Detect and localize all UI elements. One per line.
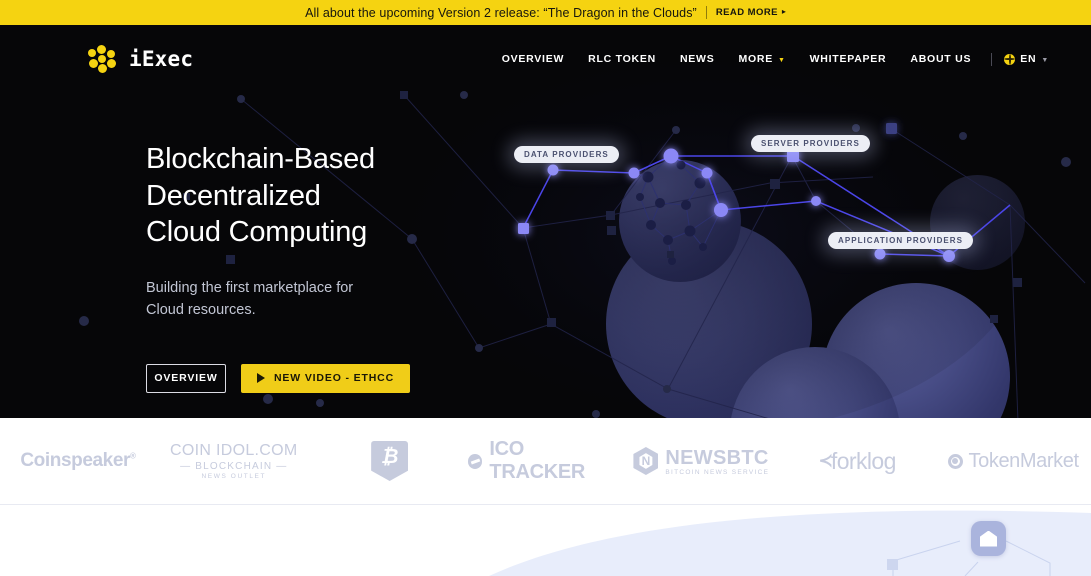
language-code: EN	[1020, 53, 1037, 65]
partner-name-coinidol: COIN IDOL.COM	[170, 441, 298, 459]
iexec-logo-icon	[88, 45, 120, 73]
nav-item-rlc-token[interactable]: RLC TOKEN	[576, 53, 668, 65]
new-video-button[interactable]: NEW VIDEO - ETHCC	[241, 363, 411, 393]
page-root: All about the upcoming Version 2 release…	[0, 0, 1091, 576]
nav-item-overview[interactable]: OVERVIEW	[490, 53, 576, 65]
partner-name-coinspeaker: Coinspeaker	[20, 450, 130, 471]
partner-logo-bitcoin[interactable]: ₿	[312, 441, 468, 481]
partner-tagline-newsbtc: BITCOIN NEWS SERVICE	[665, 468, 770, 476]
bitcoin-shield-icon: ₿	[371, 441, 409, 481]
nav-item-more-label: MORE	[738, 53, 773, 65]
partner-name-forklog: forklog	[830, 447, 896, 474]
partner-logo-forklog[interactable]: ≺ forklog	[779, 448, 935, 475]
hero-button-row: OVERVIEW NEW VIDEO - ETHCC	[146, 363, 411, 393]
hero-headline-line1: Blockchain-Based	[146, 143, 375, 175]
partner-logo-newsbtc[interactable]: NEWSBTC BITCOIN NEWS SERVICE	[623, 447, 779, 476]
partner-name-tokenmarket: TokenMarket	[968, 449, 1079, 472]
brand-name: iExec	[129, 47, 194, 71]
partner-logo-tokenmarket[interactable]: TokenMarket	[935, 450, 1091, 473]
nav-items: OVERVIEW RLC TOKEN NEWS MORE ▼ WHITEPAPE…	[490, 52, 1061, 66]
newsbtc-hex-icon	[633, 447, 659, 475]
forklog-arrow-icon: ≺	[818, 451, 833, 470]
language-selector[interactable]: EN ▼	[1000, 53, 1061, 65]
next-section-background	[489, 510, 1091, 576]
partner-logo-ico-tracker[interactable]: ICO TRACKER	[467, 438, 624, 484]
hero-subtitle-line1: Building the first marketplace for	[146, 279, 354, 296]
play-icon	[257, 373, 265, 383]
nav-divider	[991, 52, 993, 66]
announcement-text: All about the upcoming Version 2 release…	[305, 5, 697, 20]
ico-tracker-icon	[467, 453, 483, 469]
nav-item-whitepaper[interactable]: WHITEPAPER	[798, 53, 899, 65]
floating-action-widget[interactable]	[971, 521, 1006, 556]
hero-subtitle: Building the first marketplace for Cloud…	[146, 277, 410, 321]
announcement-read-more-link[interactable]: READ MORE	[716, 7, 778, 18]
hero-subtitle-line2: Cloud resources.	[146, 301, 256, 318]
globe-icon	[1004, 53, 1016, 65]
hero-headline-line2: Decentralized	[146, 179, 321, 212]
nav-item-news[interactable]: NEWS	[668, 53, 727, 65]
new-video-button-label: NEW VIDEO - ETHCC	[274, 372, 395, 384]
hero-headline-line3: Cloud Computing	[146, 216, 368, 248]
chevron-down-icon: ▼	[777, 56, 786, 64]
partner-tagline-coinidol-2: NEWS OUTLET	[201, 472, 267, 480]
nav-item-more[interactable]: MORE ▼	[726, 53, 797, 65]
hero-section: DATA PROVIDERS SERVER PROVIDERS APPLICAT…	[0, 25, 1091, 418]
nav-item-about-us[interactable]: ABOUT US	[898, 53, 983, 65]
partner-logo-coinspeaker[interactable]: Coinspeaker®	[0, 450, 156, 472]
partner-tagline-coinidol-1: — BLOCKCHAIN —	[180, 460, 288, 472]
home-pentagon-icon	[980, 530, 997, 547]
partner-logo-strip: Coinspeaker® COIN IDOL.COM — BLOCKCHAIN …	[0, 418, 1091, 505]
brand-logo[interactable]: iExec	[88, 45, 193, 73]
partner-name-ico-tracker: ICO TRACKER	[489, 438, 586, 483]
partner-name-newsbtc: NEWSBTC	[665, 446, 769, 469]
partner-logo-coinidol[interactable]: COIN IDOL.COM — BLOCKCHAIN — NEWS OUTLET	[156, 442, 312, 480]
main-navigation: iExec OVERVIEW RLC TOKEN NEWS MORE ▼ WHI…	[0, 25, 1091, 93]
hero-content: Blockchain-Based Decentralized Cloud Com…	[146, 141, 411, 393]
tag-server-providers: SERVER PROVIDERS	[751, 135, 870, 152]
chevron-down-icon: ▼	[1041, 56, 1049, 64]
bitcoin-symbol: ₿	[380, 446, 399, 468]
tag-data-providers: DATA PROVIDERS	[514, 146, 619, 163]
announcement-bar[interactable]: All about the upcoming Version 2 release…	[0, 0, 1091, 25]
next-section	[0, 505, 1091, 576]
overview-button[interactable]: OVERVIEW	[146, 363, 226, 393]
announcement-divider	[705, 6, 707, 19]
announcement-arrow-icon: ▸	[781, 7, 786, 16]
registered-mark-icon: ®	[130, 451, 136, 461]
tag-application-providers: APPLICATION PROVIDERS	[828, 232, 974, 249]
tokenmarket-icon	[947, 453, 963, 469]
